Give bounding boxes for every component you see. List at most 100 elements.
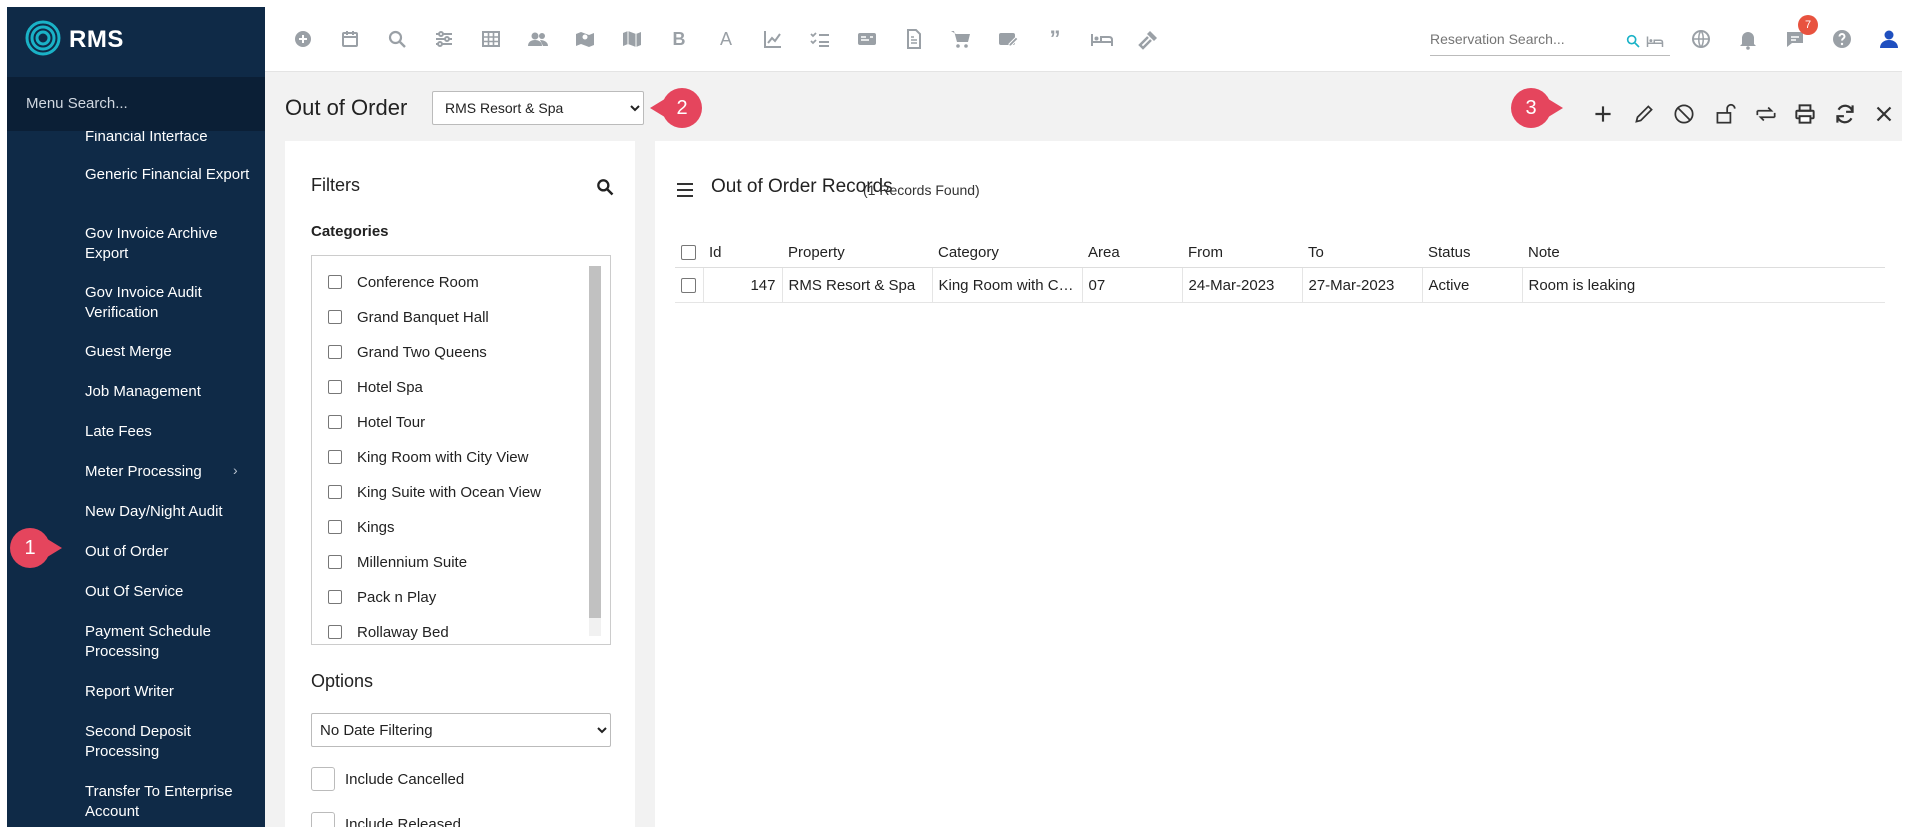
category-item[interactable]: Pack n Play xyxy=(328,587,436,607)
include-released-checkbox[interactable] xyxy=(311,812,335,827)
checkbox[interactable] xyxy=(328,415,342,429)
print-icon[interactable] xyxy=(1792,101,1818,127)
date-filter-select[interactable]: No Date Filtering xyxy=(311,713,611,747)
bold-b-icon[interactable]: B xyxy=(667,27,691,51)
include-cancelled-option[interactable]: Include Cancelled xyxy=(311,767,464,791)
column-header-category[interactable]: Category xyxy=(932,237,1082,268)
menu-item-payment-schedule-processing[interactable]: Payment Schedule Processing xyxy=(85,622,250,662)
people-icon[interactable] xyxy=(526,27,550,51)
menu-item-transfer-to-enterprise-account[interactable]: Transfer To Enterprise Account xyxy=(85,782,250,822)
menu-search-input[interactable]: Menu Search... xyxy=(7,77,265,131)
menu-item-out-of-order[interactable]: Out of Order xyxy=(85,542,250,562)
bed-icon[interactable] xyxy=(1090,27,1114,51)
checkbox[interactable] xyxy=(328,450,342,464)
chart-line-icon[interactable] xyxy=(761,27,785,51)
scrollbar-thumb[interactable] xyxy=(589,266,601,618)
unlock-icon[interactable] xyxy=(1712,101,1738,127)
globe-icon[interactable] xyxy=(1689,27,1713,51)
search-icon[interactable] xyxy=(385,27,409,51)
category-item[interactable]: King Suite with Ocean View xyxy=(328,482,541,502)
column-header-status[interactable]: Status xyxy=(1422,237,1522,268)
menu-item-guest-merge[interactable]: Guest Merge xyxy=(85,342,250,362)
column-header-note[interactable]: Note xyxy=(1522,237,1885,268)
cart-icon[interactable] xyxy=(949,27,973,51)
add-icon[interactable] xyxy=(1590,101,1616,127)
bed-icon[interactable] xyxy=(1645,32,1665,50)
column-header-area[interactable]: Area xyxy=(1082,237,1182,268)
category-item[interactable]: Conference Room xyxy=(328,272,479,292)
menu-item-meter-processing[interactable]: Meter Processing xyxy=(85,462,250,482)
book-map-icon[interactable] xyxy=(620,27,644,51)
category-item[interactable]: Grand Banquet Hall xyxy=(328,307,489,327)
menu-item-financial-interface[interactable]: Financial Interface xyxy=(85,131,250,147)
marker-arrow xyxy=(44,537,62,559)
hamburger-menu-icon[interactable] xyxy=(677,183,693,197)
checkbox[interactable] xyxy=(328,625,342,639)
checkbox[interactable] xyxy=(328,485,342,499)
edit-card-icon[interactable] xyxy=(996,27,1020,51)
search-icon[interactable] xyxy=(1625,33,1641,49)
menu-item-job-management[interactable]: Job Management xyxy=(85,382,250,402)
user-icon[interactable] xyxy=(1877,27,1901,51)
checkbox[interactable] xyxy=(328,380,342,394)
checkbox[interactable] xyxy=(328,345,342,359)
table-row[interactable]: 147 RMS Resort & Spa King Room with Cit.… xyxy=(675,267,1885,303)
bell-icon[interactable] xyxy=(1736,27,1760,51)
menu-item-gov-invoice-audit-verification[interactable]: Gov Invoice Audit Verification xyxy=(85,283,250,323)
row-checkbox[interactable] xyxy=(681,278,696,294)
category-item[interactable]: Kings xyxy=(328,517,395,537)
edit-icon[interactable] xyxy=(1631,101,1657,127)
quote-icon[interactable]: ” xyxy=(1043,27,1067,51)
sliders-icon[interactable] xyxy=(432,27,456,51)
category-item[interactable]: Rollaway Bed xyxy=(328,622,449,642)
checkbox[interactable] xyxy=(328,275,342,289)
menu-item-second-deposit-processing[interactable]: Second Deposit Processing xyxy=(85,722,250,762)
menu-item-report-writer[interactable]: Report Writer xyxy=(85,682,250,702)
checkbox[interactable] xyxy=(328,555,342,569)
font-a-icon[interactable]: A xyxy=(714,27,738,51)
menu-item-new-day-night-audit[interactable]: New Day/Night Audit xyxy=(85,502,250,522)
include-cancelled-checkbox[interactable] xyxy=(311,767,335,791)
reservation-search-input[interactable] xyxy=(1430,25,1620,53)
calendar-icon[interactable] xyxy=(338,27,362,51)
categories-list[interactable]: Conference Room Grand Banquet Hall Grand… xyxy=(311,255,611,645)
category-item[interactable]: King Room with City View xyxy=(328,447,528,467)
logo[interactable]: RMS xyxy=(7,7,265,77)
category-item[interactable]: Grand Two Queens xyxy=(328,342,487,362)
cancel-icon[interactable] xyxy=(1671,101,1697,127)
cell-category: King Room with Cit... xyxy=(932,267,1083,303)
select-all-checkbox[interactable] xyxy=(681,245,696,261)
document-icon[interactable] xyxy=(902,27,926,51)
column-header-id[interactable]: Id xyxy=(703,237,782,268)
search-icon[interactable] xyxy=(595,177,615,197)
plus-circle-icon[interactable] xyxy=(291,27,315,51)
menu-item-gov-invoice-archive-export[interactable]: Gov Invoice Archive Export xyxy=(85,224,250,264)
category-item[interactable]: Hotel Spa xyxy=(328,377,423,397)
row-select-cell[interactable] xyxy=(675,267,704,303)
category-item[interactable]: Millennium Suite xyxy=(328,552,467,572)
help-icon[interactable] xyxy=(1830,27,1854,51)
column-header-property[interactable]: Property xyxy=(782,237,932,268)
menu-item-out-of-service[interactable]: Out Of Service xyxy=(85,582,250,602)
refresh-icon[interactable] xyxy=(1832,101,1858,127)
menu-item-late-fees[interactable]: Late Fees xyxy=(85,422,250,442)
column-header-to[interactable]: To xyxy=(1302,237,1422,268)
include-released-option[interactable]: Include Released xyxy=(311,812,461,827)
select-all-cell[interactable] xyxy=(675,237,703,268)
category-item[interactable]: Hotel Tour xyxy=(328,412,425,432)
card-icon[interactable] xyxy=(855,27,879,51)
hammer-icon[interactable] xyxy=(1137,27,1161,51)
grid-icon[interactable] xyxy=(479,27,503,51)
map-icon[interactable] xyxy=(573,27,597,51)
checkbox[interactable] xyxy=(328,310,342,324)
checklist-icon[interactable] xyxy=(808,27,832,51)
column-header-from[interactable]: From xyxy=(1182,237,1302,268)
property-select[interactable]: RMS Resort & Spa xyxy=(432,91,644,125)
menu-item-generic-financial-export[interactable]: Generic Financial Export xyxy=(85,165,250,185)
reservation-search[interactable] xyxy=(1430,25,1670,56)
checkbox[interactable] xyxy=(328,520,342,534)
close-icon[interactable] xyxy=(1871,101,1897,127)
checkbox[interactable] xyxy=(328,590,342,604)
app-window: RMS Menu Search... Financial Interface G… xyxy=(7,7,1902,827)
transfer-icon[interactable] xyxy=(1753,101,1779,127)
